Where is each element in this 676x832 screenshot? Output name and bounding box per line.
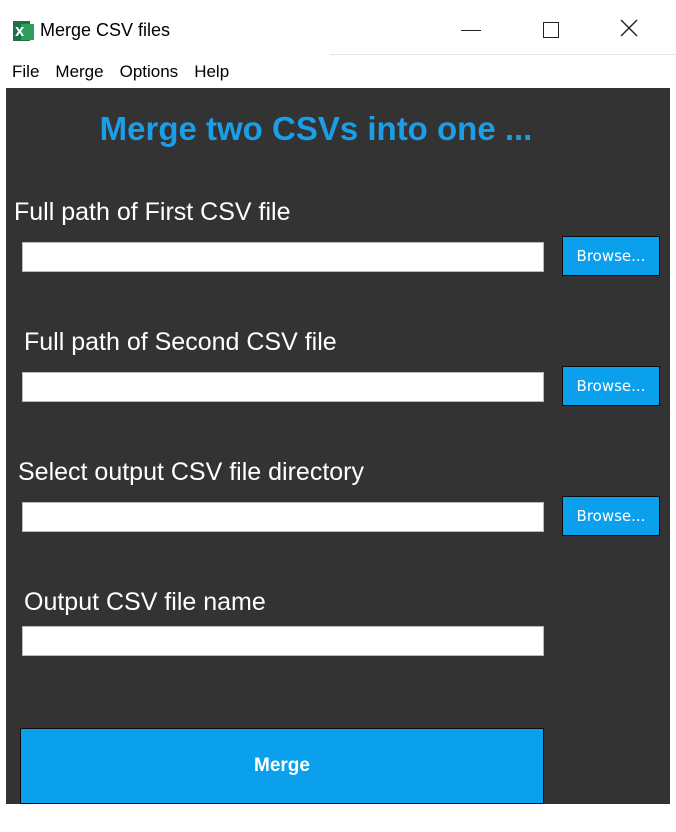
menu-help[interactable]: Help: [186, 56, 237, 88]
output-filename-input[interactable]: [22, 626, 544, 656]
minimize-icon: [461, 29, 481, 31]
app-window: X Merge CSV files File Merge Options Hel…: [0, 0, 676, 832]
title-divider: [330, 54, 676, 55]
menu-merge[interactable]: Merge: [47, 56, 111, 88]
title-bar[interactable]: X Merge CSV files: [0, 0, 676, 56]
menu-options[interactable]: Options: [112, 56, 187, 88]
browse-second-csv-button[interactable]: Browse...: [562, 366, 660, 406]
second-csv-label: Full path of Second CSV file: [24, 328, 337, 356]
output-directory-input[interactable]: [22, 502, 544, 532]
excel-icon: X: [12, 20, 36, 44]
window-title: Merge CSV files: [40, 20, 171, 40]
maximize-button[interactable]: [526, 8, 576, 52]
output-filename-label: Output CSV file name: [24, 588, 266, 616]
main-panel: Merge two CSVs into one ... Full path of…: [6, 88, 670, 804]
minimize-button[interactable]: [446, 8, 496, 52]
browse-output-directory-button[interactable]: Browse...: [562, 496, 660, 536]
second-csv-path-input[interactable]: [22, 372, 544, 402]
page-heading: Merge two CSVs into one ...: [99, 110, 533, 147]
output-directory-label: Select output CSV file directory: [18, 458, 364, 486]
menu-file[interactable]: File: [0, 56, 47, 88]
maximize-icon: [543, 22, 559, 38]
window-bottom-border: [0, 804, 676, 832]
first-csv-path-input[interactable]: [22, 242, 544, 272]
first-csv-label: Full path of First CSV file: [14, 198, 291, 226]
close-button[interactable]: [604, 8, 654, 52]
merge-button[interactable]: Merge: [20, 728, 544, 804]
svg-text:X: X: [15, 25, 25, 39]
browse-first-csv-button[interactable]: Browse...: [562, 236, 660, 276]
menu-bar: File Merge Options Help: [0, 56, 676, 88]
close-icon: [619, 18, 639, 43]
